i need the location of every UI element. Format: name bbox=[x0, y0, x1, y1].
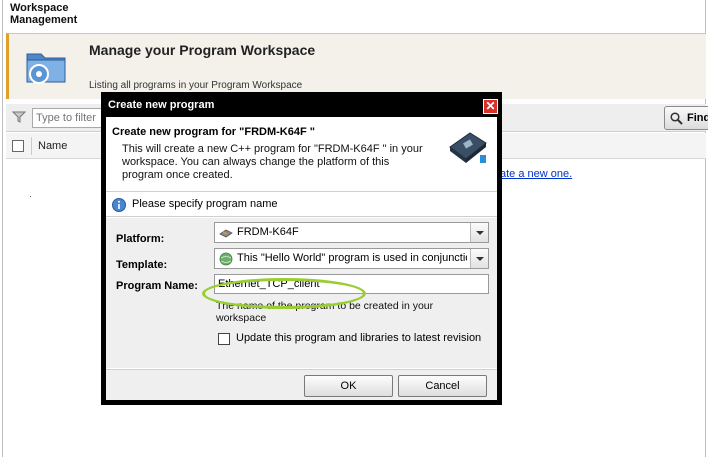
template-label: Template: bbox=[116, 259, 168, 271]
find-button-label: Find bbox=[687, 112, 708, 124]
update-libraries-checkbox[interactable] bbox=[218, 333, 230, 345]
banner-subtitle: Listing all programs in your Program Wor… bbox=[89, 80, 303, 91]
select-all-checkbox[interactable] bbox=[12, 140, 24, 152]
info-message: Please specify program name bbox=[132, 198, 278, 210]
stray-dot bbox=[30, 196, 31, 197]
column-separator bbox=[31, 137, 32, 155]
dialog-title: Create new program bbox=[108, 99, 215, 111]
dialog-titlebar[interactable]: Create new program ✕ bbox=[106, 97, 498, 116]
app-title: Workspace Management bbox=[10, 2, 78, 26]
chevron-down-icon[interactable] bbox=[470, 223, 488, 242]
folder-settings-icon bbox=[26, 53, 66, 84]
platform-value: FRDM-K64F bbox=[237, 226, 299, 238]
ok-button[interactable]: OK bbox=[304, 375, 393, 397]
chip-icon bbox=[219, 229, 233, 238]
platform-select[interactable]: FRDM-K64F bbox=[214, 222, 489, 243]
workspace-banner: Manage your Program Workspace Listing al… bbox=[6, 33, 706, 99]
create-program-dialog: Create new program ✕ Create new program … bbox=[101, 92, 502, 405]
chevron-down-icon[interactable] bbox=[470, 249, 488, 268]
dialog-body: Create new program for "FRDM-K64F " This… bbox=[106, 117, 497, 400]
template-select[interactable]: This "Hello World" program is used in co… bbox=[214, 248, 489, 269]
magnifier-icon bbox=[670, 112, 683, 125]
program-name-input[interactable] bbox=[214, 274, 489, 294]
dialog-description: This will create a new C++ program for "… bbox=[122, 143, 423, 181]
filter-input[interactable] bbox=[32, 108, 112, 128]
cancel-button[interactable]: Cancel bbox=[398, 375, 487, 397]
program-name-label: Program Name: bbox=[116, 280, 198, 292]
program-form: Platform: FRDM-K64F Template: This "Hell… bbox=[106, 218, 497, 368]
banner-title: Manage your Program Workspace bbox=[89, 42, 316, 58]
dialog-heading: Create new program for "FRDM-K64F " bbox=[112, 126, 315, 138]
info-icon bbox=[112, 198, 126, 212]
globe-icon bbox=[219, 252, 233, 266]
filter-icon bbox=[12, 111, 26, 123]
info-bar: Please specify program name bbox=[106, 191, 497, 217]
close-icon[interactable]: ✕ bbox=[483, 99, 498, 114]
program-name-help: The name of the program to be created in… bbox=[216, 300, 434, 324]
board-icon bbox=[449, 132, 487, 163]
template-value: This "Hello World" program is used in co… bbox=[237, 252, 467, 264]
find-button[interactable]: Find bbox=[664, 106, 708, 130]
platform-label: Platform: bbox=[116, 233, 165, 245]
update-libraries-label[interactable]: Update this program and libraries to lat… bbox=[236, 332, 481, 344]
dialog-button-bar: OK Cancel bbox=[106, 369, 497, 400]
create-new-link[interactable]: ate a new one. bbox=[500, 168, 572, 180]
name-column-header[interactable]: Name bbox=[38, 140, 67, 152]
window-frame-left bbox=[2, 0, 3, 457]
